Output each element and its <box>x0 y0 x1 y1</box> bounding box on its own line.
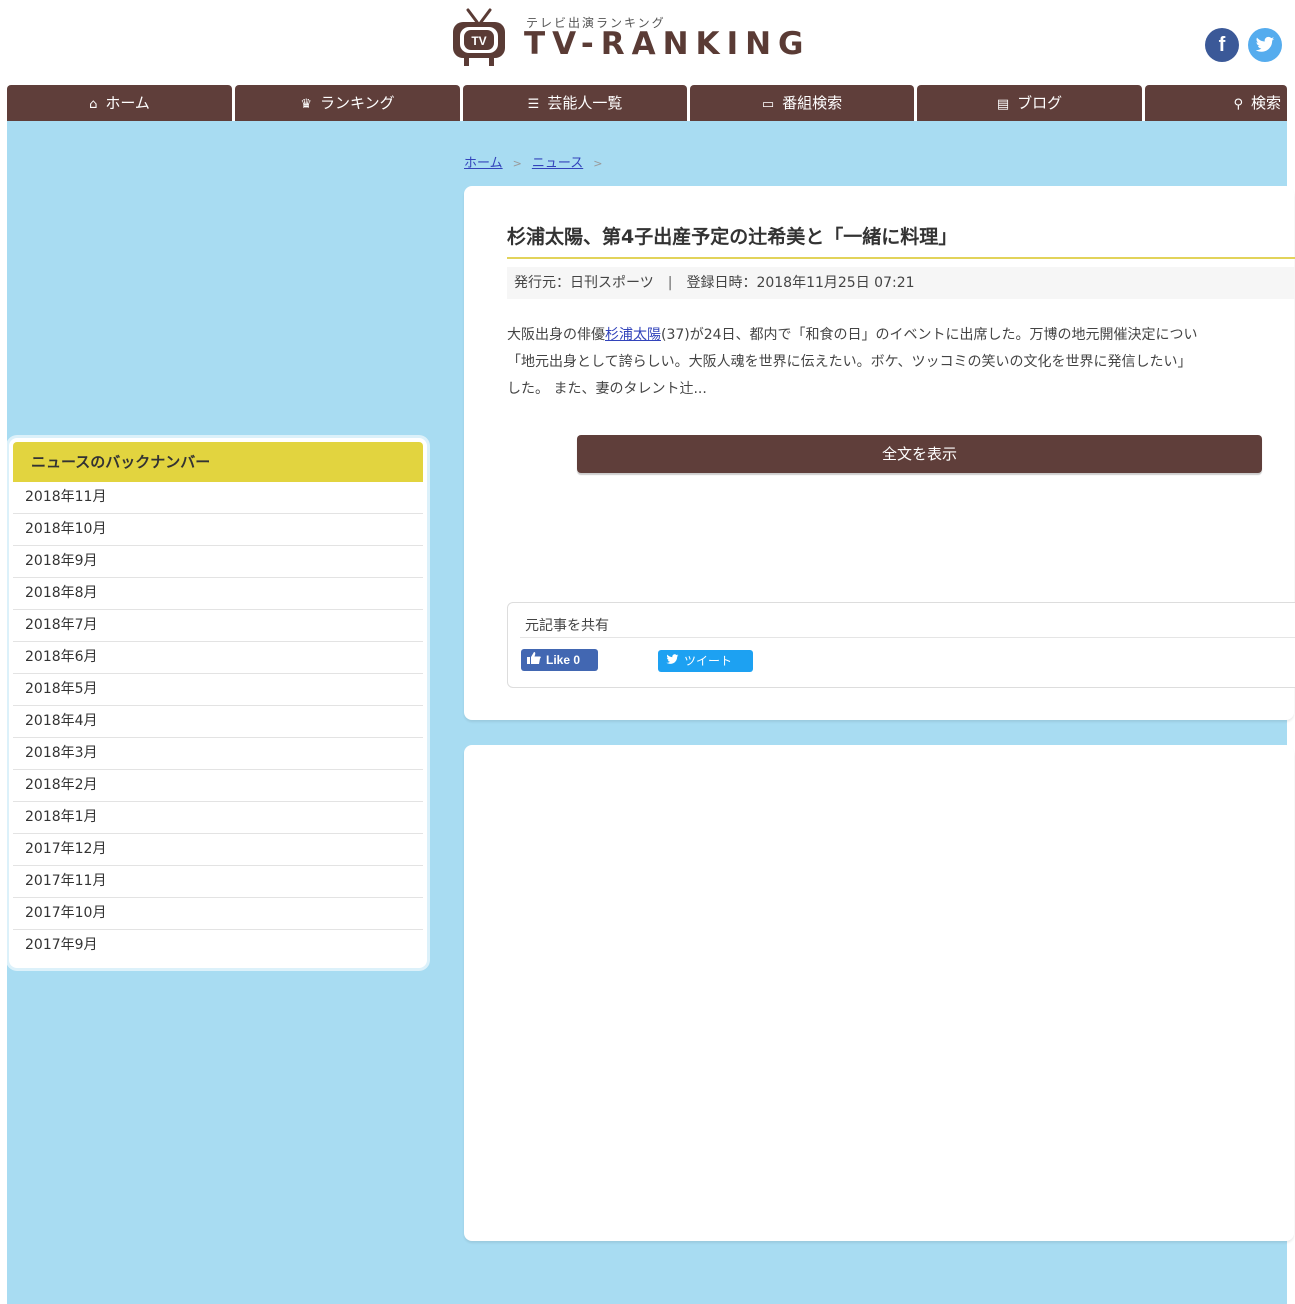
search-icon: ⚲ <box>1233 97 1243 112</box>
archive-month-link[interactable]: 2018年2月 <box>13 770 423 802</box>
archive-month-link[interactable]: 2018年8月 <box>13 578 423 610</box>
article-body: 大阪出身の俳優杉浦太陽(37)が24日、都内で「和食の日」のイベントに出席した。… <box>507 322 1295 403</box>
article-body-text: 大阪出身の俳優 <box>507 327 605 343</box>
breadcrumb-separator: > <box>512 157 522 170</box>
archive-month-link[interactable]: 2017年11月 <box>13 866 423 898</box>
month-archive-list: 2018年11月 2018年10月 2018年9月 2018年8月 2018年7… <box>13 482 423 961</box>
tv-logo-icon: TV <box>453 8 505 66</box>
crown-icon: ♛ <box>300 97 313 112</box>
home-icon: ⌂ <box>89 97 98 112</box>
nav-program-search-label: 番組検索 <box>782 94 843 112</box>
nav-search-label: 検索 <box>1250 94 1281 112</box>
archive-month-link[interactable]: 2018年1月 <box>13 802 423 834</box>
tweet-button[interactable]: ツイート <box>658 650 753 672</box>
share-box: 元記事を共有 Like 0 ツイート <box>507 602 1295 688</box>
facebook-like-button[interactable]: Like 0 <box>521 649 598 671</box>
breadcrumb-news-link[interactable]: ニュース <box>532 156 583 171</box>
title-divider <box>507 257 1295 259</box>
archive-month-link[interactable]: 2018年9月 <box>13 546 423 578</box>
twitter-bird-icon <box>666 650 679 672</box>
article-title: 杉浦太陽、第4子出産予定の辻希美と「一緒に料理」 <box>507 226 958 248</box>
share-label: 元記事を共有 <box>525 618 609 634</box>
share-divider <box>520 637 1295 638</box>
archive-month-link[interactable]: 2017年10月 <box>13 898 423 930</box>
archive-month-link[interactable]: 2018年5月 <box>13 674 423 706</box>
nav-blog[interactable]: ▤ ブログ <box>917 85 1142 121</box>
blog-icon: ▤ <box>996 97 1010 112</box>
nav-ranking[interactable]: ♛ ランキング <box>235 85 460 121</box>
svg-text:TV: TV <box>471 34 486 48</box>
sidebar-heading: ニュースのバックナンバー <box>13 442 423 482</box>
main-nav: ⌂ ホーム ♛ ランキング ☰ 芸能人一覧 ▭ 番組検索 ▤ ブログ ⚲ 検索 <box>7 85 1287 121</box>
logo-title: TV-RANKING <box>524 26 811 62</box>
tweet-label: ツイート <box>684 654 733 668</box>
article-body-line: 大阪出身の俳優杉浦太陽(37)が24日、都内で「和食の日」のイベントに出席した。… <box>507 322 1295 349</box>
article-publisher: 発行元：日刊スポーツ <box>514 275 654 291</box>
nav-home-label: ホーム <box>105 94 150 112</box>
nav-search[interactable]: ⚲ 検索 <box>1145 85 1287 121</box>
archive-month-link[interactable]: 2018年6月 <box>13 642 423 674</box>
archive-month-link[interactable]: 2018年10月 <box>13 514 423 546</box>
show-full-text-button[interactable]: 全文を表示 <box>577 435 1262 473</box>
celebrity-link[interactable]: 杉浦太陽 <box>605 327 661 343</box>
breadcrumb: ホーム > ニュース > <box>464 152 612 171</box>
archive-month-link[interactable]: 2018年3月 <box>13 738 423 770</box>
archive-month-link[interactable]: 2018年7月 <box>13 610 423 642</box>
twitter-icon[interactable] <box>1248 28 1282 62</box>
archive-month-link[interactable]: 2018年11月 <box>13 482 423 514</box>
nav-celebrity-list-label: 芸能人一覧 <box>547 94 623 112</box>
nav-program-search[interactable]: ▭ 番組検索 <box>690 85 914 121</box>
related-content-card <box>464 745 1294 1241</box>
article-registered-date: 登録日時：2018年11月25日 07:21 <box>686 275 915 291</box>
article-body-line: した。 また、妻のタレント辻... <box>507 381 707 397</box>
article-body-text: (37)が24日、都内で「和食の日」のイベントに出席した。万博の地元開催決定につ… <box>661 327 1198 343</box>
site-logo[interactable]: TV テレビ出演ランキング TV-RANKING <box>450 6 850 68</box>
list-icon: ☰ <box>527 97 540 112</box>
article-card: 杉浦太陽、第4子出産予定の辻希美と「一緒に料理」 発行元：日刊スポーツ | 登録日時… <box>464 186 1295 720</box>
nav-home[interactable]: ⌂ ホーム <box>7 85 232 121</box>
nav-ranking-label: ランキング <box>320 94 395 112</box>
nav-celebrity-list[interactable]: ☰ 芸能人一覧 <box>463 85 687 121</box>
article-body-line: 「地元出身として誇らしい。大阪人魂を世界に伝えたい。ボケ、ツッコミの笑いの文化を… <box>507 354 1192 370</box>
breadcrumb-separator: > <box>593 157 603 170</box>
facebook-icon[interactable]: f <box>1205 28 1239 62</box>
archive-month-link[interactable]: 2017年9月 <box>13 930 423 961</box>
nav-blog-label: ブログ <box>1017 94 1063 112</box>
breadcrumb-home-link[interactable]: ホーム <box>464 156 503 171</box>
article-meta: 発行元：日刊スポーツ | 登録日時：2018年11月25日 07:21 <box>507 267 1295 299</box>
like-count-label: Like 0 <box>546 653 581 667</box>
meta-separator: | <box>667 275 673 291</box>
site-header: TV テレビ出演ランキング TV-RANKING f <box>0 0 1295 85</box>
archive-month-link[interactable]: 2018年4月 <box>13 706 423 738</box>
thumbs-up-icon <box>527 649 541 671</box>
archive-month-link[interactable]: 2017年12月 <box>13 834 423 866</box>
monitor-icon: ▭ <box>761 97 775 112</box>
news-backnumber-sidebar: ニュースのバックナンバー 2018年11月 2018年10月 2018年9月 2… <box>9 438 427 968</box>
